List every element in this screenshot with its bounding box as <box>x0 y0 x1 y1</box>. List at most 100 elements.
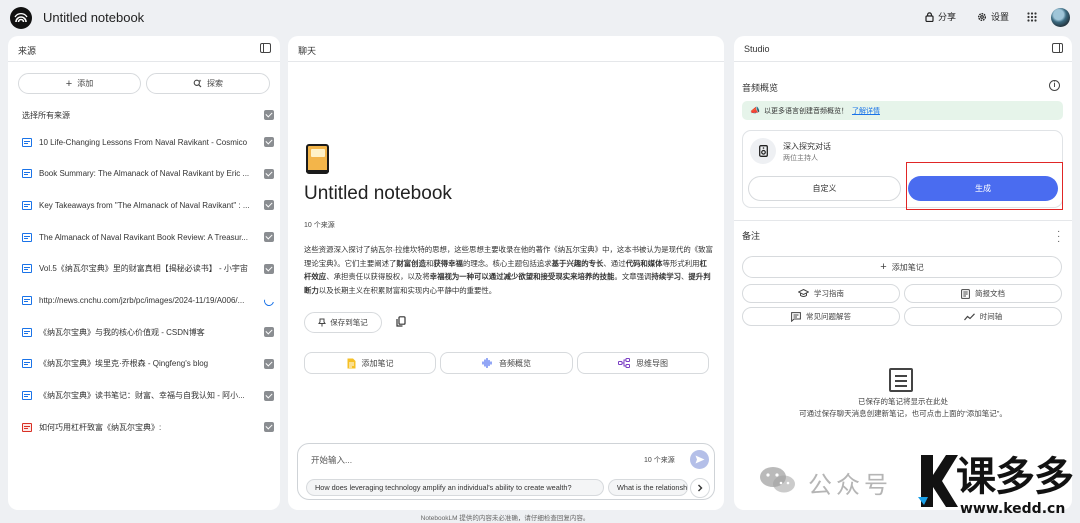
source-checkbox[interactable] <box>264 358 274 369</box>
source-checkbox[interactable] <box>264 390 274 401</box>
copy-icon[interactable] <box>396 316 406 327</box>
briefing-doc-icon <box>961 288 970 299</box>
source-title: 如何巧用杠杆致富《纳瓦尔宝典》: <box>39 422 162 432</box>
notes-title: 备注 <box>742 231 761 241</box>
notes-empty-hint: 可通过保存聊天消息创建新笔记，也可点击上面的"添加笔记"。 <box>799 409 1007 418</box>
study-guide-label: 学习指南 <box>814 289 844 298</box>
audio-overview-button[interactable]: 音频概览 <box>440 352 573 374</box>
loading-spinner-icon <box>262 293 276 308</box>
discover-label: 探索 <box>207 79 223 88</box>
summary-keyword: 幸福视为一种可以通过减少欲望和接受现实来培养的技能 <box>429 272 615 281</box>
save-to-note-button[interactable]: 保存到笔记 <box>304 312 382 333</box>
study-guide-button[interactable]: 学习指南 <box>742 284 900 303</box>
add-note-label: 添加笔记 <box>891 262 924 272</box>
chat-title: 聊天 <box>298 46 317 56</box>
source-title: Key Takeaways from "The Almanack of Nava… <box>39 200 250 210</box>
source-item[interactable]: 《纳瓦尔宝典》与我的核心价值观 - CSDN博客 <box>22 322 274 342</box>
chat-input-box[interactable]: 开始输入... 10 个来源 How does leveraging techn… <box>297 443 715 500</box>
add-note-button[interactable]: + 添加笔记 <box>742 256 1062 278</box>
add-source-button[interactable]: + 添加 <box>18 73 141 94</box>
megaphone-icon: 📣 <box>750 106 760 115</box>
chat-panel-header: 聊天 <box>288 36 724 62</box>
chat-add-note-button[interactable]: 添加笔记 <box>304 352 436 374</box>
source-checkbox[interactable] <box>264 422 274 433</box>
suggestion-chip[interactable]: How does leveraging technology amplify a… <box>306 479 604 496</box>
source-checkbox[interactable] <box>264 327 274 338</box>
faq-icon <box>791 311 801 322</box>
info-icon[interactable]: i <box>1049 80 1060 91</box>
watermark-brand: 课多多 <box>956 454 1074 500</box>
share-button[interactable]: 分享 <box>925 10 956 23</box>
mind-map-button[interactable]: 思维导图 <box>577 352 709 374</box>
source-checkbox[interactable] <box>264 263 274 274</box>
sources-panel-header: 来源 <box>8 36 280 62</box>
web-doc-icon <box>22 359 32 369</box>
send-button[interactable] <box>690 450 709 469</box>
studio-divider <box>734 220 1072 221</box>
source-item[interactable]: 如何巧用杠杆致富《纳瓦尔宝典》: <box>22 417 274 437</box>
customize-button[interactable]: 自定义 <box>748 176 901 201</box>
study-guide-icon <box>798 289 809 297</box>
chevron-right-icon <box>698 484 703 492</box>
briefing-doc-label: 简报文档 <box>975 289 1005 298</box>
language-banner: 📣 以更多语言创建音频概览！ 了解详情 <box>742 101 1063 120</box>
suggestion-chip[interactable]: What is the relationship <box>608 479 688 496</box>
notebook-title[interactable]: Untitled notebook <box>43 10 144 25</box>
chat-notebook-title: Untitled notebook <box>304 183 452 204</box>
timeline-button[interactable]: 时间轴 <box>904 307 1062 326</box>
audio-overview-label: 音频概览 <box>499 358 531 368</box>
pdf-icon <box>22 422 32 432</box>
highlight-annotation-box <box>906 162 1063 210</box>
source-title: 10 Life-Changing Lessons From Naval Ravi… <box>39 137 248 147</box>
source-title: 《纳瓦尔宝典》读书笔记：财富、幸福与自我认知 - 阿小... <box>39 391 245 401</box>
faq-button[interactable]: 常见问题解答 <box>742 307 900 326</box>
source-item[interactable]: http://news.cnchu.com/jzrb/pc/images/202… <box>22 291 276 311</box>
source-title: Vol.5《纳瓦尔宝典》里的财富真相【揭秘必读书】 - 小宇宙 <box>39 264 248 274</box>
watermark: 公众号 课多多 www.kedd.cn <box>758 453 1080 523</box>
notebooklm-logo[interactable] <box>10 7 32 29</box>
source-item[interactable]: 《纳瓦尔宝典》埃里克·乔根森 - Qingfeng's blog <box>22 354 274 374</box>
discover-search-icon <box>193 79 202 88</box>
source-checkbox[interactable] <box>264 232 274 243</box>
source-checkbox[interactable] <box>264 200 274 211</box>
discover-sources-button[interactable]: 探索 <box>146 73 270 94</box>
apps-grid-icon[interactable] <box>1027 12 1037 22</box>
source-item[interactable]: 10 Life-Changing Lessons From Naval Ravi… <box>22 132 274 152</box>
source-checkbox[interactable] <box>264 137 274 147</box>
select-all-checkbox[interactable] <box>264 110 274 120</box>
select-all-label: 选择所有来源 <box>22 110 70 120</box>
source-item[interactable]: Vol.5《纳瓦尔宝典》里的财富真相【揭秘必读书】 - 小宇宙 <box>22 259 274 279</box>
chat-input[interactable]: 开始输入... <box>311 454 352 466</box>
source-title: The Almanack of Naval Ravikant Book Revi… <box>39 232 248 242</box>
select-all-row[interactable]: 选择所有来源 <box>22 105 274 125</box>
user-avatar[interactable] <box>1051 8 1070 27</box>
source-item[interactable]: 《纳瓦尔宝典》读书笔记：财富、幸福与自我认知 - 阿小... <box>22 386 274 406</box>
source-title: Book Summary: The Almanack of Naval Ravi… <box>39 169 250 179</box>
web-doc-icon <box>22 327 32 337</box>
studio-panel-header: Studio <box>734 36 1072 62</box>
collapse-sources-icon[interactable] <box>260 43 271 53</box>
audio-wave-icon <box>482 358 492 368</box>
next-suggestions-button[interactable] <box>690 478 710 498</box>
save-to-note-label: 保存到笔记 <box>330 318 368 327</box>
web-doc-icon <box>22 296 32 305</box>
summary-keyword: 代码和媒体 <box>625 258 663 268</box>
source-item[interactable]: Book Summary: The Almanack of Naval Ravi… <box>22 164 274 184</box>
deep-dive-title: 深入探究对话 <box>783 142 831 151</box>
collapse-studio-icon[interactable] <box>1052 43 1063 53</box>
source-checkbox[interactable] <box>264 168 274 179</box>
chat-input-source-count: 10 个来源 <box>644 457 675 464</box>
mindmap-icon <box>618 358 630 368</box>
banner-text: 以更多语言创建音频概览！ <box>763 107 848 115</box>
briefing-doc-button[interactable]: 简报文档 <box>904 284 1062 303</box>
speaker-icon <box>758 145 768 157</box>
learn-more-link[interactable]: 了解详情 <box>852 106 880 116</box>
more-options-icon[interactable]: · · · <box>1057 227 1060 247</box>
notebook-summary: 这些资源深入探讨了纳瓦尔·拉维坎特的思想，这些思想主要收录在他的著作《纳瓦尔宝典… <box>304 243 714 297</box>
source-title: 《纳瓦尔宝典》埃里克·乔根森 - Qingfeng's blog <box>39 359 209 369</box>
settings-button[interactable]: 设置 <box>977 10 1009 23</box>
source-item[interactable]: The Almanack of Naval Ravikant Book Revi… <box>22 227 274 247</box>
source-title: 《纳瓦尔宝典》与我的核心价值观 - CSDN博客 <box>39 327 205 337</box>
source-item[interactable]: Key Takeaways from "The Almanack of Nava… <box>22 195 274 215</box>
summary-text: 、通过 <box>603 258 626 268</box>
